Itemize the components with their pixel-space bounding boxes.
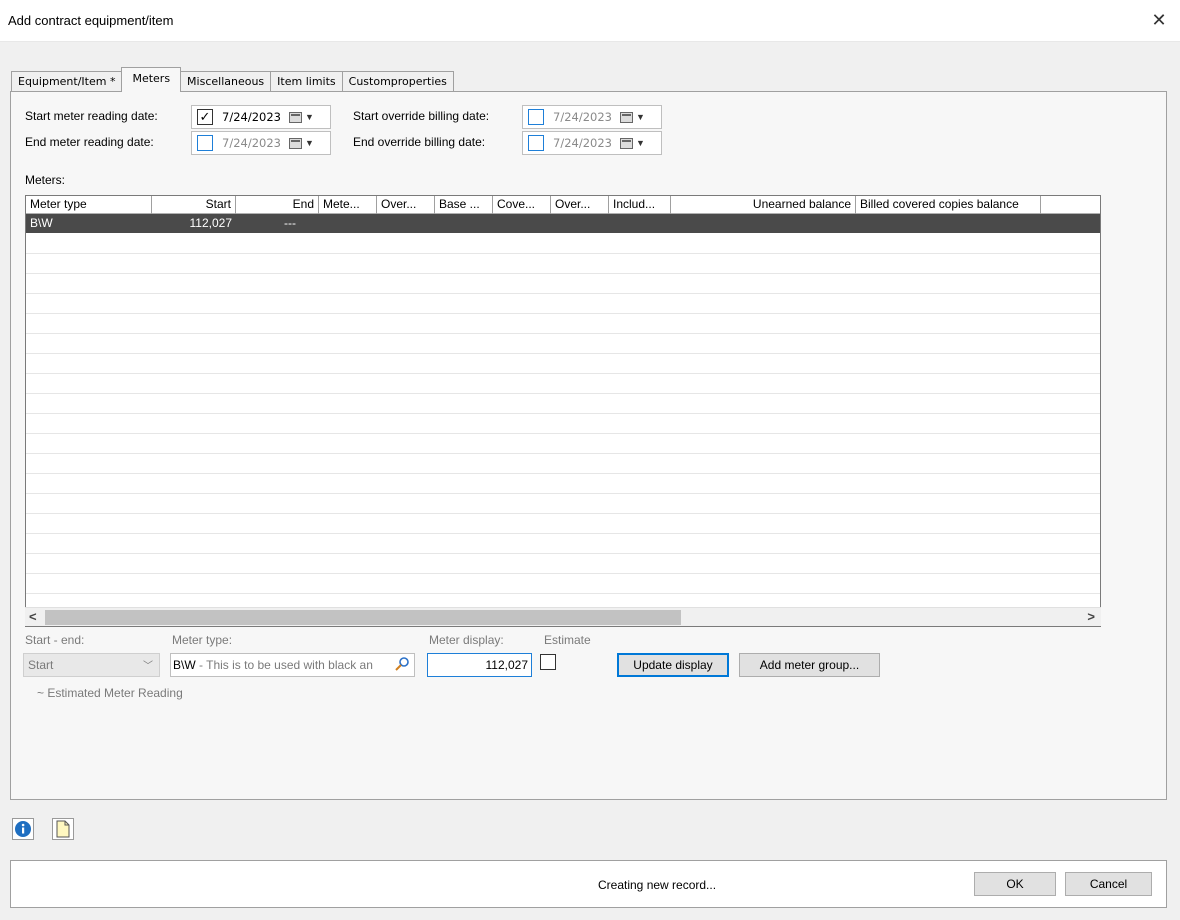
update-display-button[interactable]: Update display: [617, 653, 729, 677]
start-meter-date-value: 7/24/2023: [222, 110, 281, 124]
meter-display-input[interactable]: 112,027: [427, 653, 532, 677]
grid-row-line: [26, 373, 1100, 374]
grid-row-line: [26, 473, 1100, 474]
horizontal-scrollbar[interactable]: < >: [25, 607, 1101, 626]
column-header-meter[interactable]: Mete...: [319, 196, 377, 214]
end-meter-date-value: 7/24/2023: [222, 136, 281, 150]
estimate-checkbox[interactable]: [540, 654, 556, 670]
start-end-label: Start - end:: [25, 633, 85, 647]
meters-panel: Start meter reading date: ✓ 7/24/2023 ▼ …: [10, 91, 1167, 800]
scroll-left-icon[interactable]: <: [29, 609, 37, 624]
meter-display-value: 112,027: [485, 658, 529, 672]
tab-meters[interactable]: Meters: [121, 67, 182, 92]
end-override-date-label: End override billing date:: [353, 135, 486, 149]
grid-row-line: [26, 253, 1100, 254]
cancel-button[interactable]: Cancel: [1065, 872, 1152, 896]
tab-customproperties[interactable]: Customproperties: [341, 71, 454, 92]
search-icon[interactable]: [394, 656, 411, 673]
end-meter-date-picker[interactable]: 7/24/2023 ▼: [191, 131, 331, 155]
meter-display-label: Meter display:: [429, 633, 504, 647]
notes-icon[interactable]: [52, 818, 74, 840]
grid-row-line: [26, 553, 1100, 554]
column-header-override-2[interactable]: Over...: [551, 196, 609, 214]
grid-row-line: [26, 293, 1100, 294]
end-override-date-value: 7/24/2023: [553, 136, 612, 150]
start-end-value: Start: [28, 658, 54, 672]
cell-end: ---: [284, 216, 296, 230]
scroll-right-icon[interactable]: >: [1087, 609, 1095, 624]
chevron-down-icon[interactable]: ▼: [636, 112, 645, 122]
start-end-select: Start ﹀: [23, 653, 160, 677]
grid-row-line: [26, 353, 1100, 354]
start-meter-date-checkbox[interactable]: ✓: [197, 109, 213, 125]
column-header-meter-type[interactable]: Meter type: [26, 196, 152, 214]
chevron-down-icon[interactable]: ▼: [636, 138, 645, 148]
grid-row-line: [26, 453, 1100, 454]
tab-equipment-item[interactable]: Equipment/Item *: [11, 71, 123, 92]
meters-label: Meters:: [25, 173, 66, 187]
meter-type-code: B\W: [173, 658, 196, 672]
scrollbar-thumb[interactable]: [45, 610, 681, 625]
window-title: Add contract equipment/item: [8, 13, 174, 28]
cell-meter-type: B\W: [30, 216, 53, 230]
grid-row-line: [26, 433, 1100, 434]
start-override-date-value: 7/24/2023: [553, 110, 612, 124]
column-header-override[interactable]: Over...: [377, 196, 435, 214]
status-bar: Creating new record... OK Cancel: [10, 860, 1167, 908]
grid-row-line: [26, 513, 1100, 514]
table-row[interactable]: B\W 112,027 ---: [26, 214, 1100, 233]
info-icon[interactable]: [12, 818, 34, 840]
cell-start: 112,027: [189, 216, 233, 230]
close-icon[interactable]: ✕: [1148, 9, 1170, 31]
grid-row-line: [26, 533, 1100, 534]
column-header-unearned-balance[interactable]: Unearned balance: [671, 196, 856, 214]
column-header-billed-covered-copies-balance[interactable]: Billed covered copies balance: [856, 196, 1041, 214]
grid-row-line: [26, 493, 1100, 494]
chevron-down-icon: ﹀: [143, 661, 153, 672]
calendar-icon[interactable]: [288, 111, 302, 123]
grid-row-line: [26, 573, 1100, 574]
start-override-date-label: Start override billing date:: [353, 109, 490, 123]
column-header-included[interactable]: Includ...: [609, 196, 671, 214]
calendar-icon[interactable]: [619, 111, 633, 123]
status-text: Creating new record...: [598, 878, 717, 892]
column-header-covered[interactable]: Cove...: [493, 196, 551, 214]
grid-row-line: [26, 333, 1100, 334]
end-override-date-picker[interactable]: 7/24/2023 ▼: [522, 131, 662, 155]
column-header-base[interactable]: Base ...: [435, 196, 493, 214]
estimated-meter-reading-note: ~ Estimated Meter Reading: [37, 686, 183, 700]
meters-grid[interactable]: Meter type Start End Mete... Over... Bas…: [25, 195, 1101, 627]
grid-row-line: [26, 413, 1100, 414]
meter-type-lookup[interactable]: B\W - This is to be used with black an: [170, 653, 415, 677]
grid-row-line: [26, 593, 1100, 594]
meter-type-description: - This is to be used with black an: [195, 658, 373, 672]
tab-miscellaneous[interactable]: Miscellaneous: [180, 71, 272, 92]
add-meter-group-button[interactable]: Add meter group...: [739, 653, 880, 677]
chevron-down-icon[interactable]: ▼: [305, 138, 314, 148]
title-bar: Add contract equipment/item ✕: [0, 0, 1180, 42]
end-meter-date-label: End meter reading date:: [25, 135, 154, 149]
start-override-date-picker[interactable]: 7/24/2023 ▼: [522, 105, 662, 129]
grid-row-line: [26, 313, 1100, 314]
chevron-down-icon[interactable]: ▼: [305, 112, 314, 122]
meter-type-label: Meter type:: [172, 633, 233, 647]
grid-header: Meter type Start End Mete... Over... Bas…: [26, 196, 1100, 214]
start-meter-date-picker[interactable]: ✓ 7/24/2023 ▼: [191, 105, 331, 129]
column-header-end[interactable]: End: [236, 196, 319, 214]
ok-button[interactable]: OK: [974, 872, 1056, 896]
grid-row-line: [26, 273, 1100, 274]
tab-item-limits[interactable]: Item limits: [270, 71, 343, 92]
calendar-icon[interactable]: [619, 137, 633, 149]
start-meter-date-label: Start meter reading date:: [25, 109, 158, 123]
tab-strip: Equipment/Item * Meters Miscellaneous It…: [11, 67, 454, 92]
calendar-icon[interactable]: [288, 137, 302, 149]
column-header-start[interactable]: Start: [152, 196, 236, 214]
grid-row-line: [26, 393, 1100, 394]
end-meter-date-checkbox[interactable]: [197, 135, 213, 151]
start-override-date-checkbox[interactable]: [528, 109, 544, 125]
end-override-date-checkbox[interactable]: [528, 135, 544, 151]
estimate-label: Estimate: [544, 633, 591, 647]
